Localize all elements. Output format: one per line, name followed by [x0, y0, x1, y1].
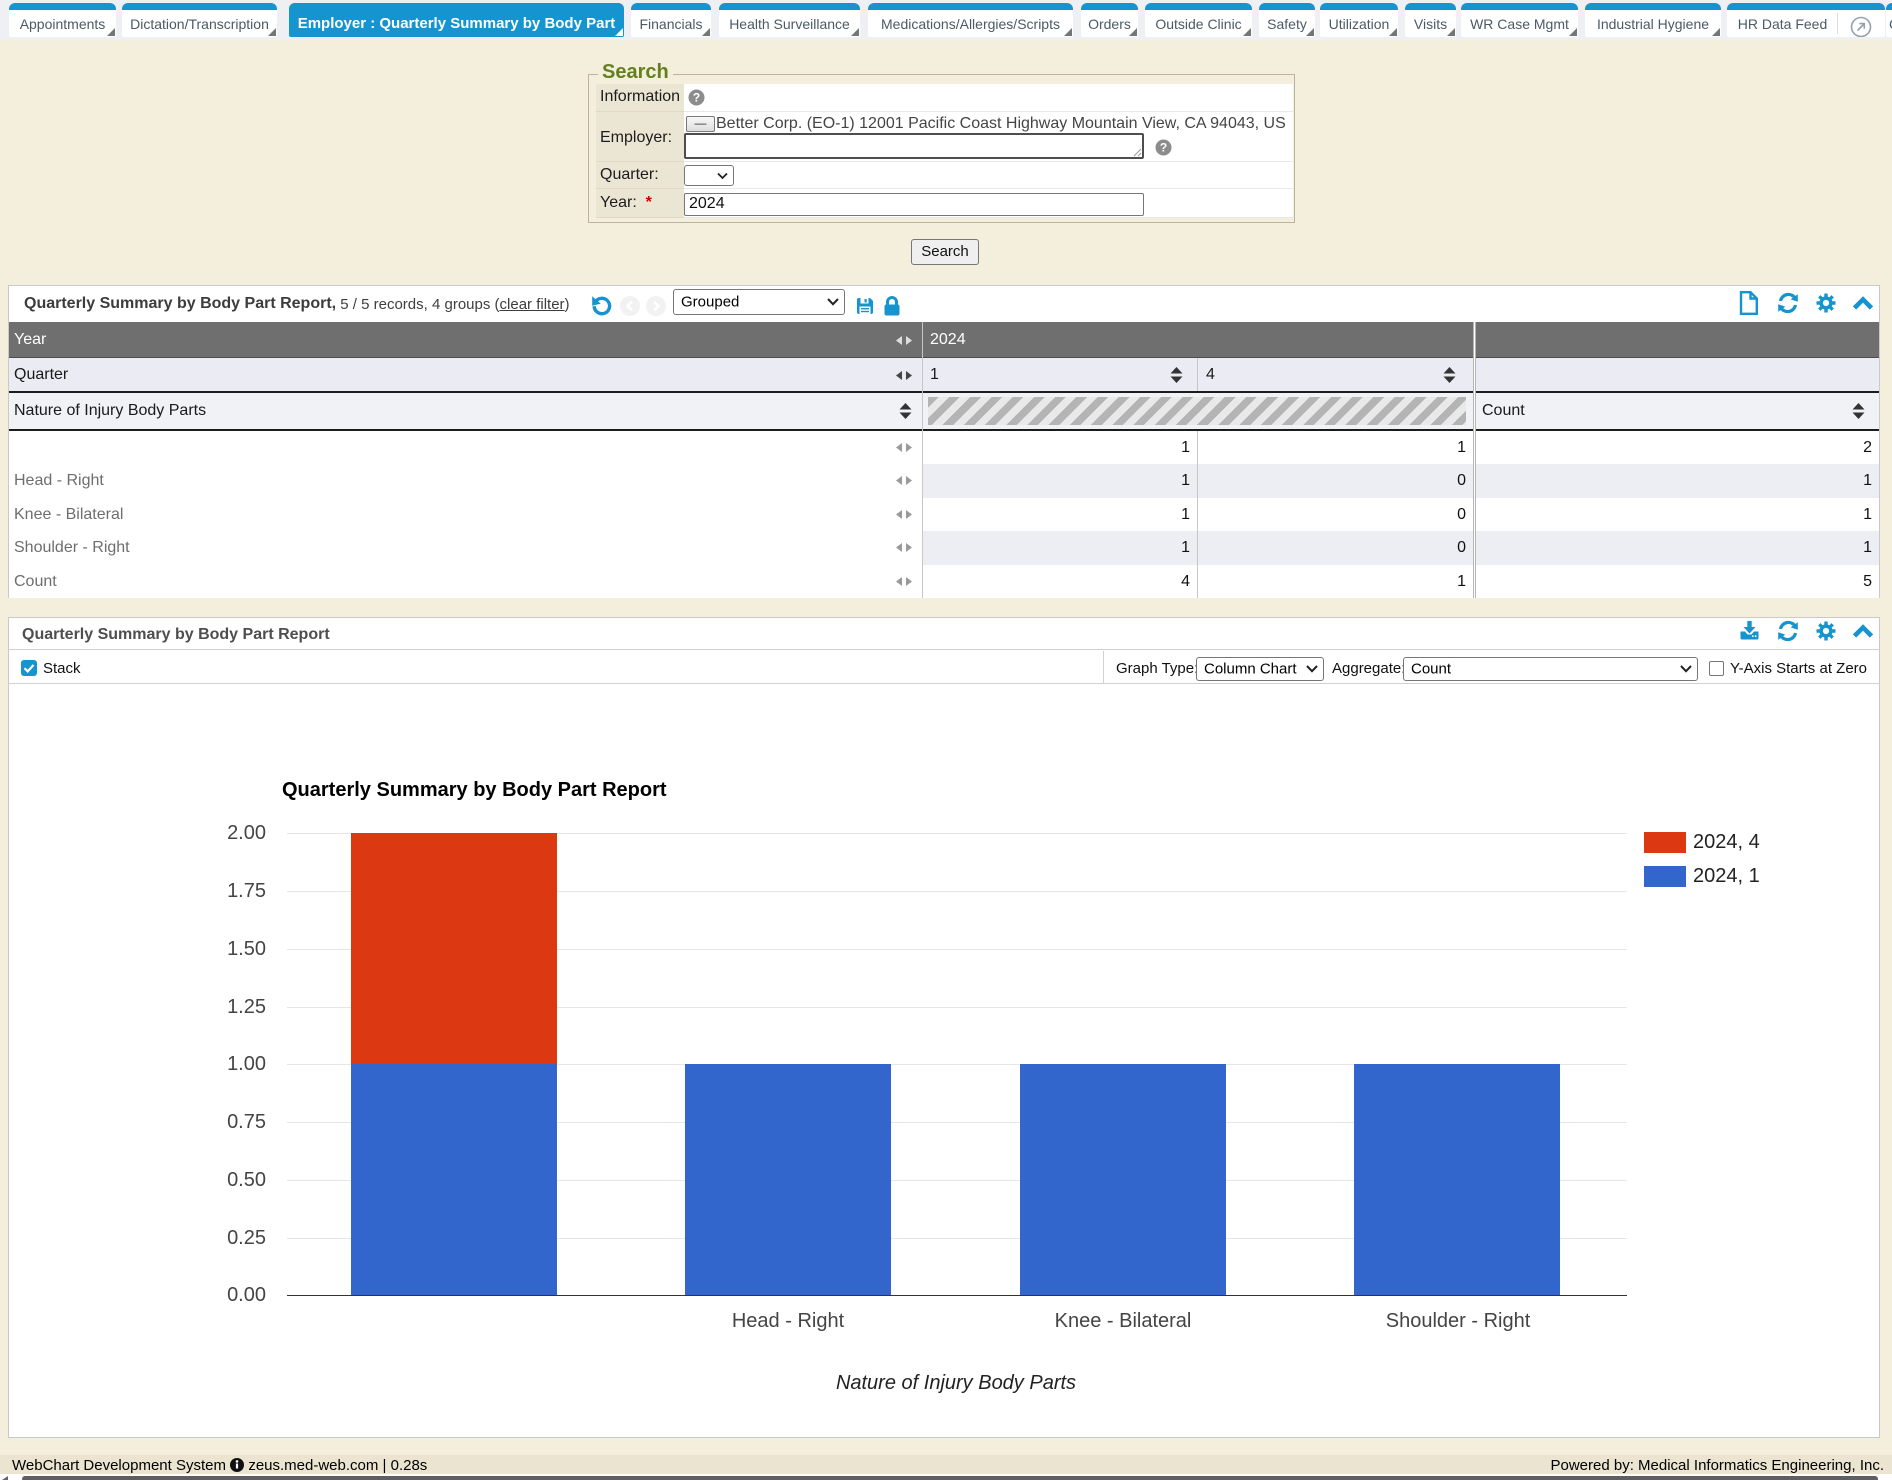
svg-text:?: ? [693, 91, 700, 105]
svg-text:?: ? [1160, 141, 1167, 155]
